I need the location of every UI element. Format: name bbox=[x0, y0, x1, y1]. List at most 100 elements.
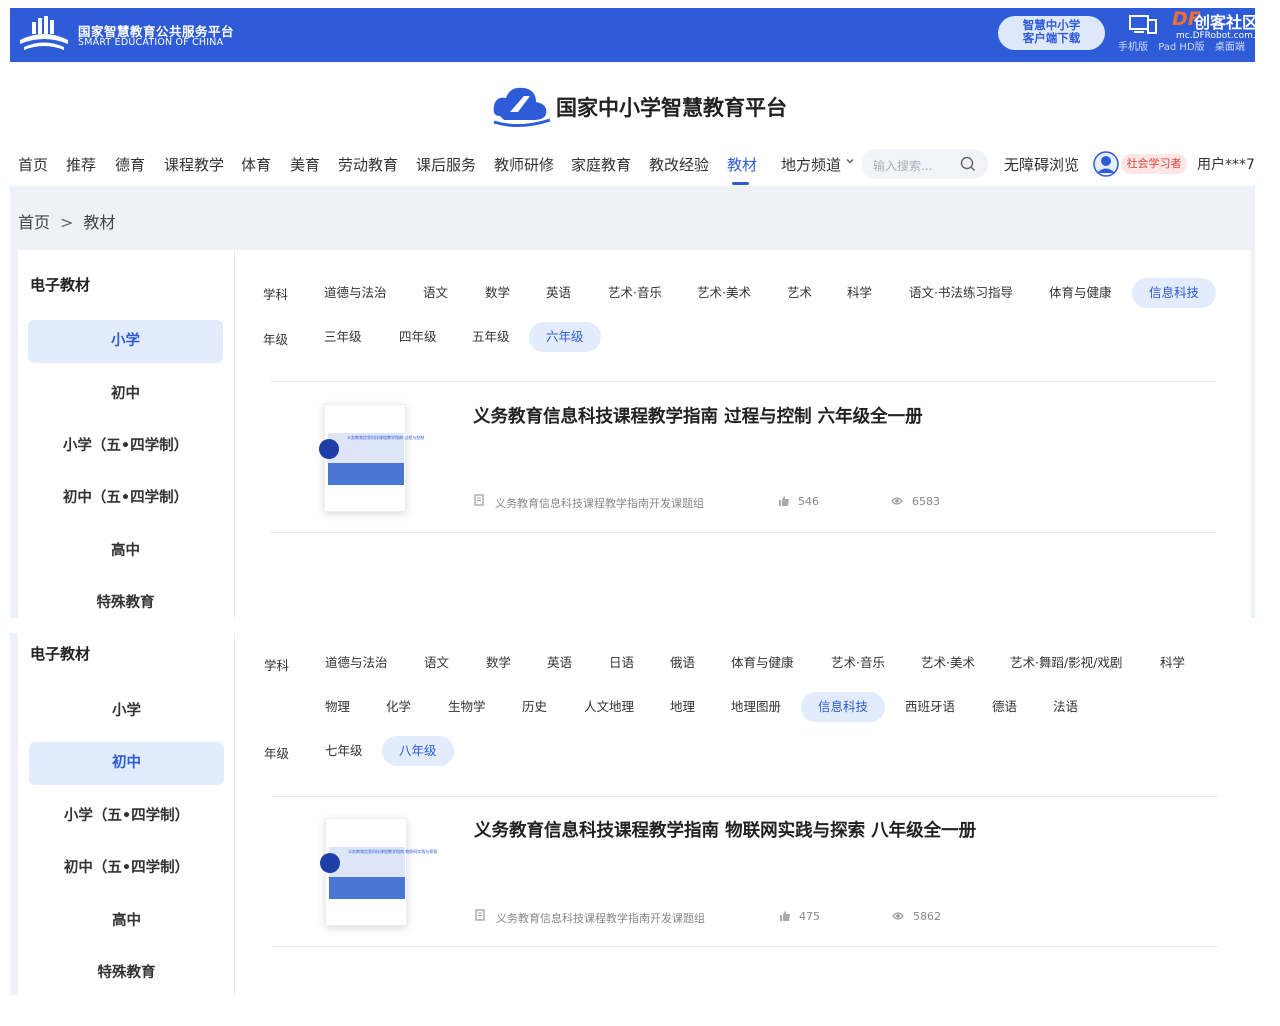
subject-row-label: 学科 bbox=[264, 658, 290, 673]
nav-reform[interactable]: 教改经验 bbox=[649, 154, 709, 175]
subject-chip[interactable]: 语文 bbox=[423, 278, 448, 308]
nav-recommend[interactable]: 推荐 bbox=[66, 154, 96, 175]
sidebar-item-junior-54[interactable]: 初中（五•四学制） bbox=[28, 477, 223, 520]
subject-chip[interactable]: 艺术·音乐 bbox=[608, 278, 662, 308]
nav-labor[interactable]: 劳动教育 bbox=[338, 154, 398, 175]
book-author: 义务教育信息科技课程教学指南开发课题组 bbox=[496, 912, 705, 925]
nav-family[interactable]: 家庭教育 bbox=[571, 154, 631, 175]
nav-sports[interactable]: 体育 bbox=[241, 154, 271, 175]
subject-chip[interactable]: 数学 bbox=[486, 648, 511, 678]
sidebar-item-primary[interactable]: 小学 bbox=[29, 690, 224, 733]
sidebar-item-junior[interactable]: 初中 bbox=[28, 373, 223, 416]
platform-logo-icon[interactable] bbox=[18, 14, 70, 54]
subject-chip[interactable]: 法语 bbox=[1053, 692, 1078, 722]
platform-name-en[interactable]: SMART EDUCATION OF CHINA bbox=[78, 37, 223, 48]
cover-stripe bbox=[328, 463, 404, 485]
subject-chip[interactable]: 物理 bbox=[325, 692, 350, 722]
breadcrumb-home[interactable]: 首页 bbox=[18, 213, 50, 232]
accessibility-link[interactable]: 无障碍浏览 bbox=[1004, 154, 1079, 175]
grade-chip-active[interactable]: 六年级 bbox=[529, 322, 601, 352]
nav-courses[interactable]: 课程教学 bbox=[164, 154, 224, 175]
subject-chip[interactable]: 艺术·音乐 bbox=[831, 648, 885, 678]
nav-home[interactable]: 首页 bbox=[18, 154, 48, 175]
subject-chip[interactable]: 科学 bbox=[847, 278, 872, 308]
book-title[interactable]: 义务教育信息科技课程教学指南 过程与控制 六年级全一册 bbox=[473, 403, 923, 428]
panel1-sidebar: 电子教材 小学 初中 小学（五•四学制） 初中（五•四学制） 高中 特殊教育 bbox=[18, 250, 234, 618]
panel1-main: 学科 道德与法治 语文 数学 英语 艺术·音乐 艺术·美术 艺术 科学 语文·书… bbox=[234, 250, 1251, 618]
divider bbox=[272, 946, 1218, 947]
subject-chip[interactable]: 俄语 bbox=[670, 648, 695, 678]
device-pad[interactable]: Pad HD版 bbox=[1158, 42, 1204, 53]
breadcrumb-current: 教材 bbox=[83, 213, 116, 232]
search-box[interactable]: 输入搜索... bbox=[862, 149, 988, 179]
subject-chip[interactable]: 艺术 bbox=[787, 278, 812, 308]
nav-teacher-training[interactable]: 教师研修 bbox=[494, 154, 554, 175]
sidebar-title: 电子教材 bbox=[30, 645, 91, 663]
grade-row-label: 年级 bbox=[264, 746, 290, 761]
nav-afterschool[interactable]: 课后服务 bbox=[416, 154, 476, 175]
grade-chip[interactable]: 三年级 bbox=[324, 322, 362, 352]
brand-cloud-logo-icon[interactable] bbox=[490, 82, 552, 128]
subject-row-label: 学科 bbox=[263, 287, 289, 302]
subject-chip[interactable]: 艺术·美术 bbox=[921, 648, 975, 678]
divider bbox=[271, 532, 1216, 533]
nav-arts[interactable]: 美育 bbox=[290, 154, 320, 175]
subject-chip[interactable]: 道德与法治 bbox=[325, 648, 388, 678]
subject-chip[interactable]: 语文 bbox=[424, 648, 449, 678]
device-phone[interactable]: 手机版 bbox=[1118, 42, 1148, 53]
brand-title[interactable]: 国家中小学智慧教育平台 bbox=[556, 92, 787, 122]
grade-chip[interactable]: 五年级 bbox=[472, 322, 510, 352]
grade-chip[interactable]: 四年级 bbox=[399, 322, 437, 352]
nav-local[interactable]: 地方频道 bbox=[781, 154, 841, 175]
book-title[interactable]: 义务教育信息科技课程教学指南 物联网实践与探索 八年级全一册 bbox=[474, 817, 976, 842]
main-nav: 首页 推荐 德育 课程教学 体育 美育 劳动教育 课后服务 教师研修 家庭教育 … bbox=[0, 144, 1280, 184]
subject-chip[interactable]: 地理 bbox=[670, 692, 695, 722]
subject-chip[interactable]: 人文地理 bbox=[584, 692, 634, 722]
subject-chip[interactable]: 地理图册 bbox=[731, 692, 781, 722]
grade-chip-active[interactable]: 八年级 bbox=[382, 736, 454, 766]
subject-chip-active[interactable]: 信息科技 bbox=[1132, 278, 1217, 308]
nav-active-indicator bbox=[732, 182, 749, 185]
device-desktop[interactable]: 桌面端 bbox=[1215, 42, 1245, 53]
subject-chip[interactable]: 历史 bbox=[522, 692, 547, 722]
devices-icon[interactable] bbox=[1128, 14, 1158, 36]
subject-chip[interactable]: 德语 bbox=[992, 692, 1017, 722]
subject-chip[interactable]: 化学 bbox=[386, 692, 411, 722]
subject-chip[interactable]: 科学 bbox=[1160, 648, 1185, 678]
subject-chip[interactable]: 数学 bbox=[485, 278, 510, 308]
user-avatar-icon[interactable] bbox=[1093, 151, 1119, 177]
grade-chip[interactable]: 七年级 bbox=[325, 736, 363, 766]
sidebar-item-senior[interactable]: 高中 bbox=[29, 900, 224, 943]
subject-chip[interactable]: 艺术·舞蹈/影视/戏剧 bbox=[1010, 648, 1122, 678]
subject-chip[interactable]: 语文·书法练习指导 bbox=[909, 278, 1013, 308]
sidebar-item-special[interactable]: 特殊教育 bbox=[29, 952, 224, 995]
subject-chip[interactable]: 生物学 bbox=[448, 692, 486, 722]
subject-chip[interactable]: 艺术·美术 bbox=[697, 278, 751, 308]
book-cover[interactable]: 义务教育信息科技课程教学指南 物联网实践与探索 bbox=[320, 818, 437, 926]
nav-textbooks[interactable]: 教材 bbox=[727, 154, 757, 175]
sidebar-item-primary-54[interactable]: 小学（五•四学制） bbox=[29, 795, 224, 838]
client-download-button[interactable]: 智慧中小学 客户端下载 bbox=[998, 16, 1105, 50]
subject-chip[interactable]: 英语 bbox=[546, 278, 571, 308]
like-icon[interactable] bbox=[779, 910, 791, 922]
sidebar-item-primary-54[interactable]: 小学（五•四学制） bbox=[28, 425, 223, 468]
sidebar-item-special[interactable]: 特殊教育 bbox=[28, 582, 223, 625]
subject-chip[interactable]: 道德与法治 bbox=[324, 278, 387, 308]
search-input[interactable]: 输入搜索... bbox=[873, 157, 932, 174]
subject-chip[interactable]: 体育与健康 bbox=[731, 648, 794, 678]
subject-chip[interactable]: 西班牙语 bbox=[905, 692, 955, 722]
sidebar-item-senior[interactable]: 高中 bbox=[28, 530, 223, 573]
sidebar-item-primary[interactable]: 小学 bbox=[28, 320, 223, 363]
subject-chip[interactable]: 英语 bbox=[547, 648, 572, 678]
subject-chip[interactable]: 体育与健康 bbox=[1049, 278, 1112, 308]
sidebar-item-junior[interactable]: 初中 bbox=[29, 742, 224, 785]
like-icon[interactable] bbox=[778, 495, 790, 507]
search-icon[interactable] bbox=[960, 156, 976, 172]
username[interactable]: 用户***7 bbox=[1197, 154, 1255, 174]
subject-chip-active[interactable]: 信息科技 bbox=[801, 692, 886, 722]
chevron-down-icon[interactable] bbox=[846, 157, 854, 165]
nav-moral[interactable]: 德育 bbox=[115, 154, 145, 175]
sidebar-item-junior-54[interactable]: 初中（五•四学制） bbox=[29, 847, 224, 890]
subject-chip[interactable]: 日语 bbox=[609, 648, 634, 678]
book-cover[interactable]: 义务教育信息科技课程教学指南 过程与控制 bbox=[319, 404, 424, 512]
